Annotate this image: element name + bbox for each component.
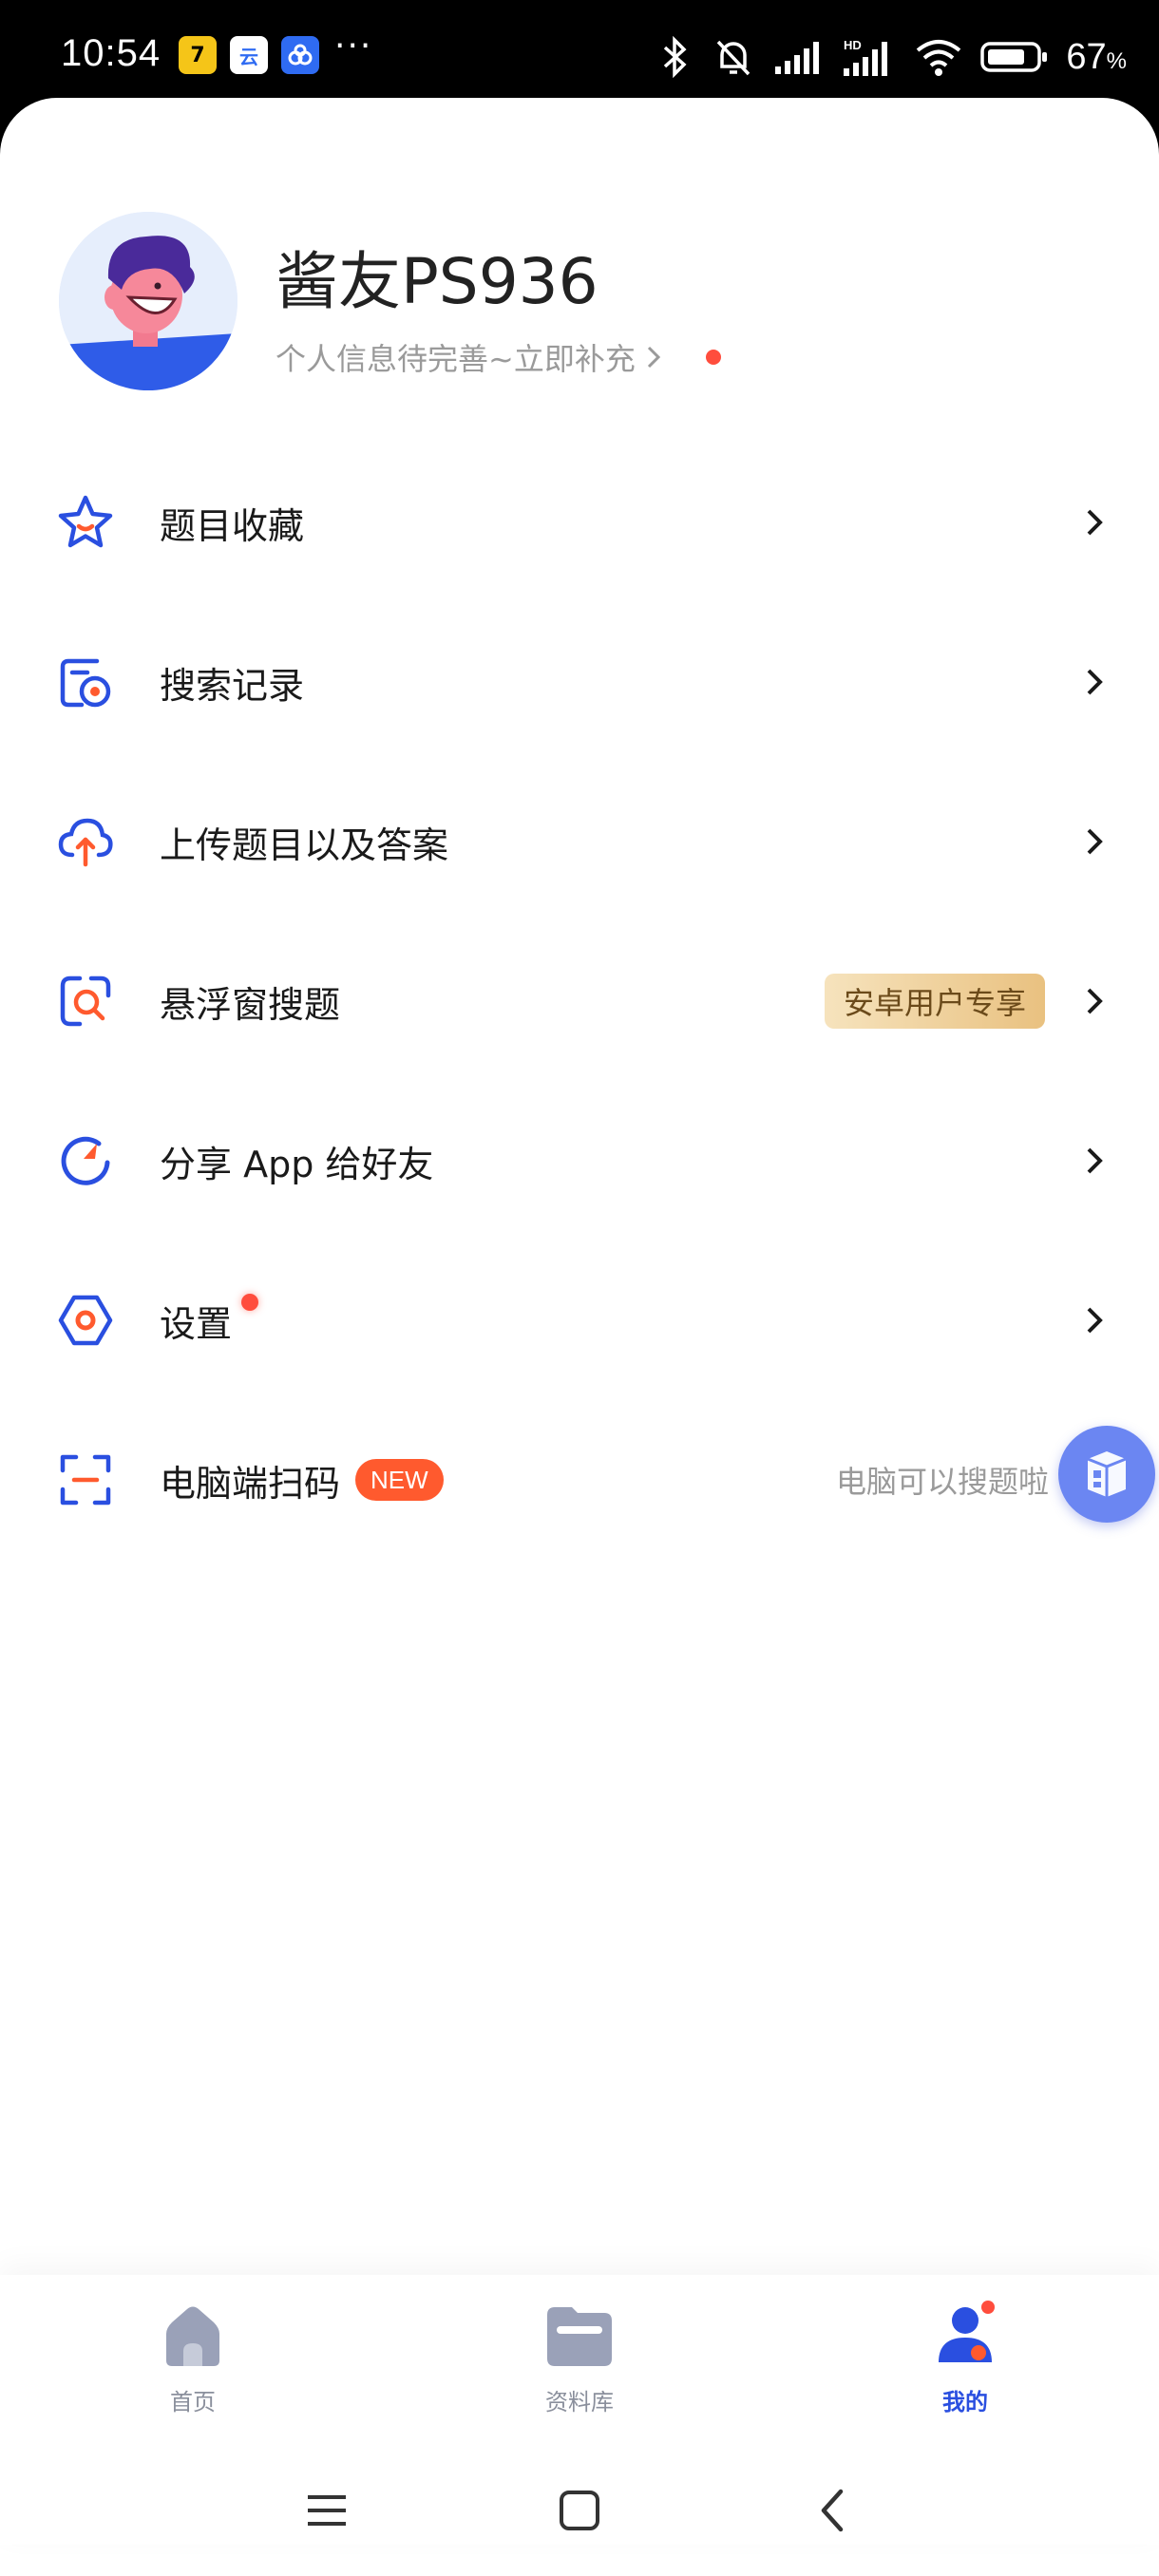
menu-label: 分享 App 给好友 <box>160 1143 434 1185</box>
wifi-icon <box>917 40 961 76</box>
menu-label: 悬浮窗搜题 <box>160 983 341 1026</box>
scan-icon <box>55 1449 116 1510</box>
tab-label: 我的 <box>942 2389 988 2415</box>
profile-page: 酱友PS936 个人信息待完善~立即补充 题目收藏 搜索记录 上传题目以及答案 … <box>0 98 1159 2576</box>
float-search-icon <box>55 971 116 1032</box>
battery-icon <box>980 42 1048 72</box>
tab-label: 首页 <box>170 2389 216 2415</box>
system-nav-bar <box>0 2468 1159 2553</box>
chevron-right-icon <box>1075 823 1113 861</box>
home-icon <box>157 2300 229 2372</box>
app-baidu-icon <box>281 36 319 74</box>
settings-red-dot <box>241 1294 258 1311</box>
more-notifications-icon: ··· <box>334 27 373 66</box>
menu-label: 设置 <box>160 1302 233 1345</box>
profile-red-dot <box>705 350 721 365</box>
android-exclusive-badge: 安卓用户专享 <box>824 974 1045 1029</box>
cube-icon <box>1087 1451 1127 1497</box>
tab-library[interactable]: 资料库 <box>504 2300 656 2433</box>
signal-icon <box>775 42 820 74</box>
menu-item-history[interactable]: 搜索记录 <box>0 602 1159 762</box>
new-badge: NEW <box>355 1459 444 1501</box>
back-button[interactable] <box>794 2477 870 2544</box>
square-icon <box>560 2491 599 2530</box>
menu-label: 上传题目以及答案 <box>160 824 449 866</box>
back-arrow-icon <box>821 2489 844 2532</box>
status-time: 10:54 <box>61 32 162 74</box>
scan-hint-text: 电脑可以搜题啦 <box>835 1464 1049 1500</box>
chevron-right-icon <box>1075 1301 1113 1339</box>
tab-home[interactable]: 首页 <box>117 2300 269 2433</box>
menu-item-upload[interactable]: 上传题目以及答案 <box>0 762 1159 921</box>
floating-assistant-button[interactable] <box>1058 1426 1155 1523</box>
chevron-right-icon <box>1075 663 1113 701</box>
mute-bell-icon <box>717 40 750 76</box>
chevron-right-icon <box>1075 982 1113 1020</box>
app-cloud-icon: 云 <box>230 36 268 74</box>
home-button[interactable] <box>542 2477 618 2544</box>
settings-icon <box>55 1290 116 1351</box>
menu-item-pc-scan[interactable]: 电脑端扫码 NEW 电脑可以搜题啦 <box>0 1400 1159 1560</box>
battery-percent: 67% <box>1066 36 1127 77</box>
menu-label: 题目收藏 <box>160 504 305 547</box>
profile-complete-link[interactable]: 个人信息待完善~立即补充 <box>276 335 721 379</box>
menu-lines-icon <box>308 2495 346 2526</box>
chevron-right-icon <box>647 346 660 369</box>
tab-label: 资料库 <box>545 2389 614 2415</box>
folder-icon <box>543 2300 616 2372</box>
chevron-right-icon <box>1075 1142 1113 1180</box>
status-bar: 10:54 7 云 ··· HD 67% <box>0 0 1159 100</box>
svg-text:HD: HD <box>844 38 862 52</box>
app-7-icon: 7 <box>179 36 217 74</box>
signal-hd-icon: HD <box>844 38 888 76</box>
status-icons: HD 67% <box>656 28 1127 85</box>
menu-item-favorites[interactable]: 题目收藏 <box>0 443 1159 602</box>
menu-item-float-search[interactable]: 悬浮窗搜题 安卓用户专享 <box>0 921 1159 1081</box>
history-icon <box>55 652 116 712</box>
recent-apps-button[interactable] <box>289 2477 365 2544</box>
tab-mine[interactable]: 我的 <box>889 2300 1041 2433</box>
avatar[interactable] <box>59 212 238 390</box>
share-icon <box>55 1130 116 1191</box>
star-icon <box>55 492 116 553</box>
username[interactable]: 酱友PS936 <box>276 231 598 322</box>
menu-label: 电脑端扫码 <box>160 1462 341 1505</box>
bluetooth-icon <box>664 36 687 78</box>
chevron-right-icon <box>1075 503 1113 541</box>
menu-item-settings[interactable]: 设置 <box>0 1241 1159 1400</box>
menu-item-share[interactable]: 分享 App 给好友 <box>0 1081 1159 1241</box>
profile-hint-text: 个人信息待完善~立即补充 <box>276 341 636 377</box>
menu-label: 搜索记录 <box>160 664 305 707</box>
user-icon <box>929 2300 1001 2372</box>
cloud-upload-icon <box>55 811 116 872</box>
